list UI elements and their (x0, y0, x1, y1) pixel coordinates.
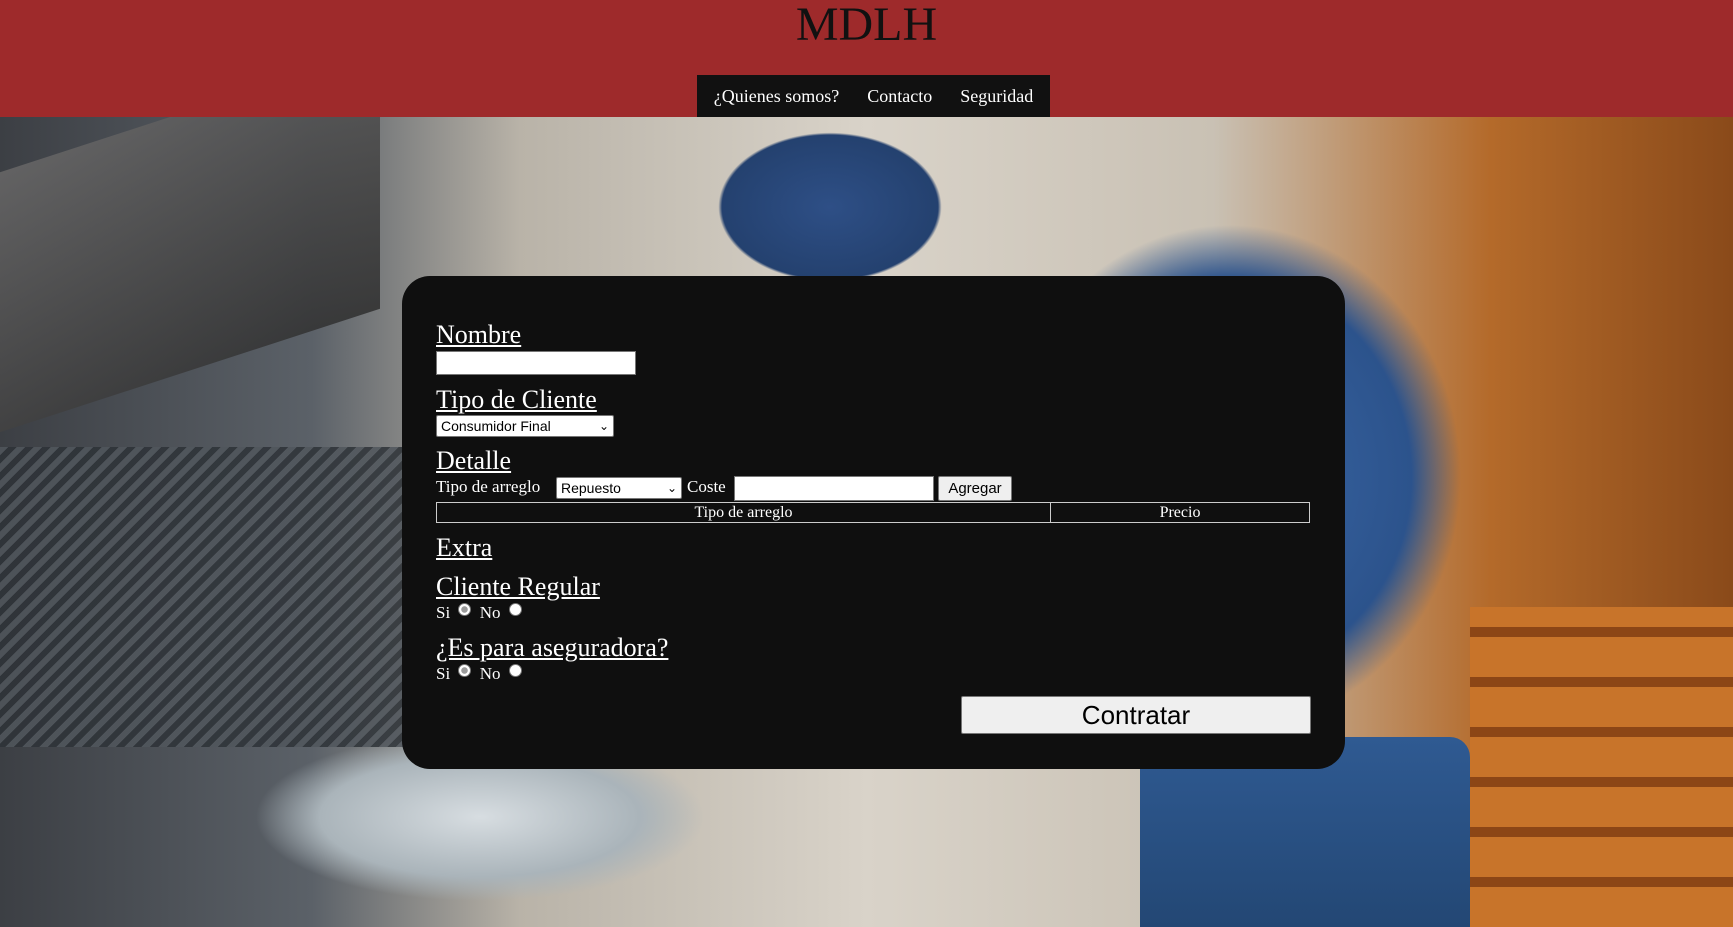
tool-crates-graphic (1470, 607, 1733, 927)
cliente-regular-no-label: No (479, 603, 501, 622)
cliente-regular-si-label: Si (436, 603, 451, 622)
nav-link-seguridad[interactable]: Seguridad (960, 86, 1033, 107)
coste-label: Coste (687, 477, 726, 496)
cliente-regular-si-radio[interactable] (458, 603, 472, 616)
extra-label: Extra (436, 533, 493, 562)
tipo-arreglo-value: Repuesto (561, 480, 621, 496)
coste-input[interactable] (734, 476, 934, 501)
table-header-tipo-arreglo: Tipo de arreglo (437, 503, 1051, 522)
aseguradora-no-label: No (479, 664, 501, 683)
tipo-arreglo-select[interactable]: Repuesto ⌄ (556, 477, 682, 499)
contratar-button[interactable]: Contratar (961, 696, 1311, 734)
detalle-label: Detalle (436, 446, 512, 475)
chevron-down-icon: ⌄ (666, 481, 677, 495)
nav-link-quienes-somos[interactable]: ¿Quienes somos? (714, 86, 839, 107)
nav-link-contacto[interactable]: Contacto (867, 86, 932, 107)
detalle-table: Tipo de arreglo Precio (436, 502, 1310, 523)
aseguradora-si-label: Si (436, 664, 451, 683)
tipo-arreglo-label: Tipo de arreglo (436, 477, 541, 496)
table-header-precio: Precio (1159, 504, 1201, 521)
chevron-down-icon: ⌄ (598, 419, 609, 433)
aseguradora-options: Si No (436, 664, 526, 684)
agregar-button[interactable]: Agregar (938, 476, 1012, 501)
aseguradora-label: ¿Es para aseguradora? (436, 633, 669, 662)
nombre-label: Nombre (436, 320, 522, 349)
car-hood-graphic (0, 117, 380, 446)
tipo-cliente-select[interactable]: Consumidor Final ⌄ (436, 415, 614, 437)
main-nav: ¿Quienes somos? Contacto Seguridad (697, 75, 1050, 117)
tipo-cliente-value: Consumidor Final (441, 418, 551, 434)
site-header: MDLH ¿Quienes somos? Contacto Seguridad (0, 0, 1733, 117)
tipo-cliente-label: Tipo de Cliente (436, 385, 597, 414)
aseguradora-si-radio[interactable] (458, 664, 472, 677)
cliente-regular-label: Cliente Regular (436, 572, 600, 601)
engine-graphic (0, 447, 420, 747)
cliente-regular-no-radio[interactable] (508, 603, 522, 616)
site-title: MDLH (795, 0, 938, 51)
aseguradora-no-radio[interactable] (508, 664, 522, 677)
order-form-panel: Nombre Tipo de Cliente Consumidor Final … (402, 276, 1345, 769)
nombre-input[interactable] (436, 351, 636, 375)
cliente-regular-options: Si No (436, 603, 526, 623)
